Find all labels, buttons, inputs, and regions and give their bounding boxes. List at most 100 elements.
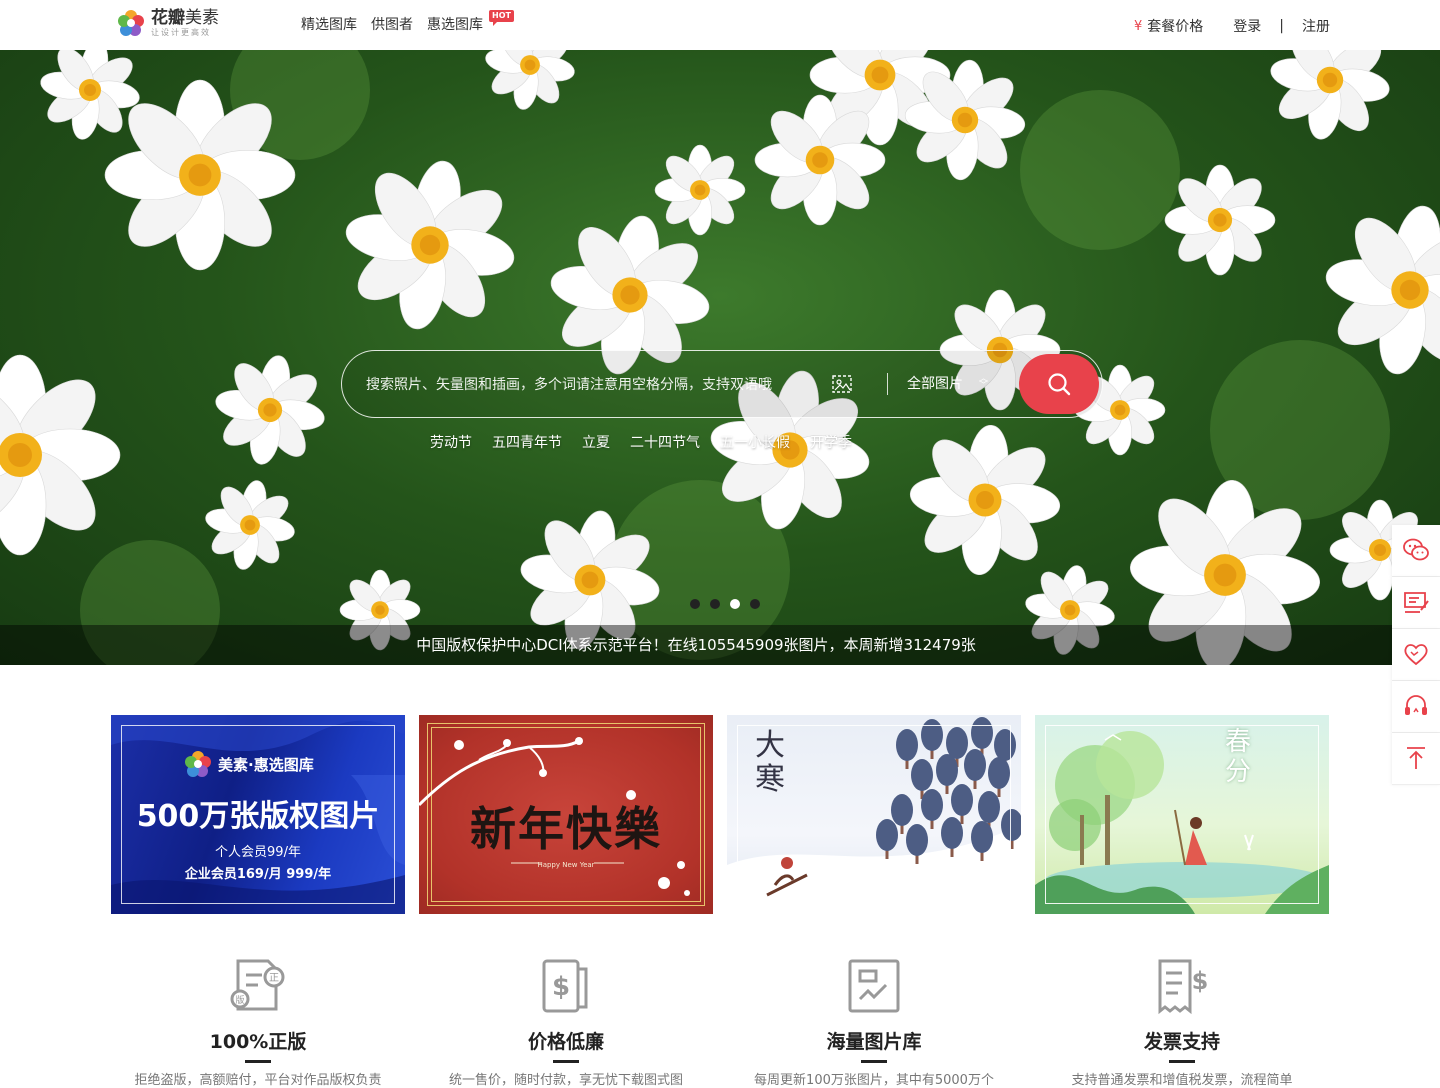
carousel-dot[interactable]	[730, 599, 740, 609]
banner-title: 春分	[1225, 727, 1252, 787]
invoice-icon: $	[1158, 959, 1209, 1015]
banner-subtitle: Happy New Year	[537, 861, 595, 869]
hot-tag[interactable]: 二十四节气	[630, 432, 700, 452]
hot-search-tags: 劳动节 五四青年节 立夏 二十四节气 五一小长假 开学季	[430, 432, 872, 452]
site-logo[interactable]: 花瓣美素 让设计更高效	[116, 8, 219, 38]
feature-desc: 支持普通发票和增值税发票，流程简单	[1071, 1073, 1293, 1088]
daisy-flower	[754, 94, 886, 226]
hot-badge: HOT	[489, 10, 514, 26]
favorites-button[interactable]	[1392, 629, 1440, 681]
banner-enterprise-price: 企业会员169/月 999/年	[184, 867, 332, 882]
logo-name-regular: 美素	[185, 8, 219, 28]
carousel-dot[interactable]	[710, 599, 720, 609]
feature-low-price: $ 价格低廉 统一售价，随时付款，享无忧下载图式图	[412, 955, 720, 1088]
yen-icon: ¥	[1134, 18, 1143, 34]
gallery-icon	[848, 959, 900, 1013]
search-button[interactable]	[1019, 354, 1099, 414]
svg-text:正: 正	[269, 973, 279, 984]
banner-title: 新年快樂	[470, 802, 662, 856]
hero-banner: 全部图片 ︿﹀ 劳动节 五四青年节 立夏 二十四节气 五一小长假 开学季 中国版…	[0, 50, 1440, 665]
daisy-flower	[654, 144, 746, 236]
daisy-flower	[40, 50, 140, 140]
promo-banner-spring-equinox[interactable]: 春分	[1035, 715, 1329, 914]
logo-name-bold: 花瓣	[151, 8, 185, 28]
search-bar: 全部图片 ︿﹀	[341, 350, 1103, 418]
main-nav: 精选图库 供图者 惠选图库 HOT	[301, 10, 514, 34]
feature-underline	[1169, 1060, 1195, 1063]
promo-banners: 美素·惠选图库 500万张版权图片 个人会员99/年 企业会员169/月 999…	[111, 715, 1329, 914]
feedback-button[interactable]	[1392, 577, 1440, 629]
carousel-dots	[690, 599, 770, 609]
customer-service-button[interactable]	[1392, 681, 1440, 733]
promo-banner-major-cold[interactable]: 大寒	[727, 715, 1021, 914]
feature-desc: 每周更新100万张图片，其中有5000万个	[754, 1073, 994, 1088]
svg-text:$: $	[1192, 967, 1209, 995]
promo-banner-value-gallery[interactable]: 美素·惠选图库 500万张版权图片 个人会员99/年 企业会员169/月 999…	[111, 715, 405, 914]
daisy-flower	[215, 355, 325, 465]
daisy-flower	[1270, 50, 1390, 140]
search-input[interactable]	[366, 373, 816, 397]
carousel-dot[interactable]	[750, 599, 760, 609]
feature-desc: 拒绝盗版，高额赔付，平台对作品版权负责	[134, 1073, 382, 1088]
header-separator: |	[1279, 18, 1284, 34]
feature-title: 发票支持	[1143, 1031, 1220, 1053]
feature-underline	[245, 1060, 271, 1063]
feature-underline	[861, 1060, 887, 1063]
register-link[interactable]: 注册	[1302, 16, 1330, 36]
banner-title: 500万张版权图片	[136, 799, 380, 834]
svg-text:版: 版	[235, 994, 244, 1006]
banner-brand-text: 美素·惠选图库	[218, 755, 314, 774]
feature-invoice: $ 发票支持 支持普通发票和增值税发票，流程简单	[1028, 955, 1336, 1088]
price-document-icon: $	[542, 959, 588, 1013]
logo-text: 花瓣美素 让设计更高效	[151, 8, 219, 38]
daisy-flower	[1164, 164, 1276, 276]
nav-contributors[interactable]: 供图者	[371, 16, 413, 34]
hot-tag[interactable]: 五四青年节	[492, 432, 562, 452]
header-actions: ¥ 套餐价格 登录 | 注册	[1134, 16, 1330, 36]
promo-banner-new-year[interactable]: 新年快樂 Happy New Year	[419, 715, 713, 914]
logo-slogan: 让设计更高效	[151, 28, 211, 37]
top-header: 花瓣美素 让设计更高效 精选图库 供图者 惠选图库 HOT ¥ 套餐价格 登录 |…	[0, 0, 1440, 50]
nav-value-gallery[interactable]: 惠选图库 HOT	[427, 10, 514, 34]
wechat-button[interactable]	[1392, 525, 1440, 577]
banner-brand: 美素·惠选图库	[183, 749, 314, 779]
search-divider	[887, 373, 888, 395]
search-icon	[1048, 373, 1071, 396]
feature-desc: 统一售价，随时付款，享无忧下载图式图	[448, 1073, 683, 1088]
updown-arrow-icon: ︿ ﹀	[979, 374, 989, 391]
nav-featured-gallery[interactable]: 精选图库	[301, 16, 357, 34]
hot-tag[interactable]: 五一小长假	[720, 432, 790, 452]
banner-personal-price: 个人会员99/年	[215, 845, 301, 860]
feature-title: 价格低廉	[527, 1031, 604, 1053]
feature-highlights: 正 版 100%正版 拒绝盗版，高额赔付，平台对作品版权负责 $ 价格低廉 统一…	[104, 955, 1336, 1088]
nav-value-gallery-label: 惠选图库	[427, 17, 483, 33]
wechat-icon	[1403, 538, 1429, 561]
heart-icon	[1404, 644, 1428, 666]
svg-text:$: $	[552, 972, 570, 1002]
flower-logo-icon	[185, 751, 211, 777]
daisy-flower	[0, 354, 121, 556]
back-to-top-button[interactable]	[1392, 733, 1440, 785]
login-link[interactable]: 登录	[1233, 16, 1261, 36]
copyright-notice: 中国版权保护中心DCI体系示范平台！在线105545909张图片，本周新增312…	[0, 625, 1392, 665]
hot-tag[interactable]: 立夏	[582, 432, 610, 452]
hot-tag[interactable]: 开学季	[810, 432, 852, 452]
feature-underline	[553, 1060, 579, 1063]
feature-massive-gallery: 海量图片库 每周更新100万张图片，其中有5000万个	[720, 955, 1028, 1088]
carousel-dot[interactable]	[690, 599, 700, 609]
feature-title: 100%正版	[209, 1031, 307, 1053]
bokeh-spot	[1020, 90, 1180, 250]
headset-icon	[1405, 695, 1427, 715]
image-type-select[interactable]: 全部图片 ︿ ﹀	[907, 373, 988, 393]
flower-logo-icon	[116, 8, 146, 38]
image-type-selected: 全部图片	[907, 376, 963, 392]
right-float-toolbar	[1392, 525, 1440, 785]
image-search-icon[interactable]	[832, 375, 852, 393]
copyright-document-icon: 正 版	[230, 959, 285, 1011]
daisy-flower	[345, 160, 515, 330]
hot-tag[interactable]: 劳动节	[430, 432, 472, 452]
daisy-flower	[104, 79, 296, 271]
pricing-link[interactable]: 套餐价格	[1147, 16, 1203, 36]
feature-title: 海量图片库	[826, 1031, 922, 1053]
banner-title: 大寒	[755, 728, 785, 797]
